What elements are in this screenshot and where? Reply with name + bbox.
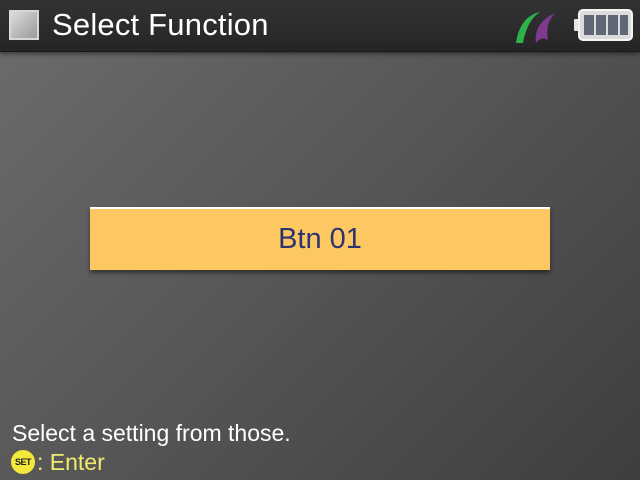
- battery-cell: [596, 15, 606, 35]
- leaf-purple-shape: [535, 13, 556, 43]
- battery-full-icon: [574, 9, 633, 41]
- set-enter-hint: SET : Enter: [11, 449, 105, 475]
- battery-cell: [584, 15, 594, 35]
- hint-text: Select a setting from those.: [12, 420, 291, 446]
- leaf-icon: [516, 12, 556, 43]
- selected-function-button[interactable]: Btn 01: [90, 207, 550, 270]
- menu-square-icon: [9, 10, 39, 40]
- function-label: Btn 01: [278, 223, 362, 255]
- battery-cell: [608, 15, 618, 35]
- page-title: Select Function: [52, 7, 269, 42]
- enter-label: : Enter: [37, 448, 105, 475]
- header-bar: Select Function: [0, 0, 640, 52]
- battery-cell: [620, 15, 628, 35]
- set-button-icon: SET: [11, 450, 35, 474]
